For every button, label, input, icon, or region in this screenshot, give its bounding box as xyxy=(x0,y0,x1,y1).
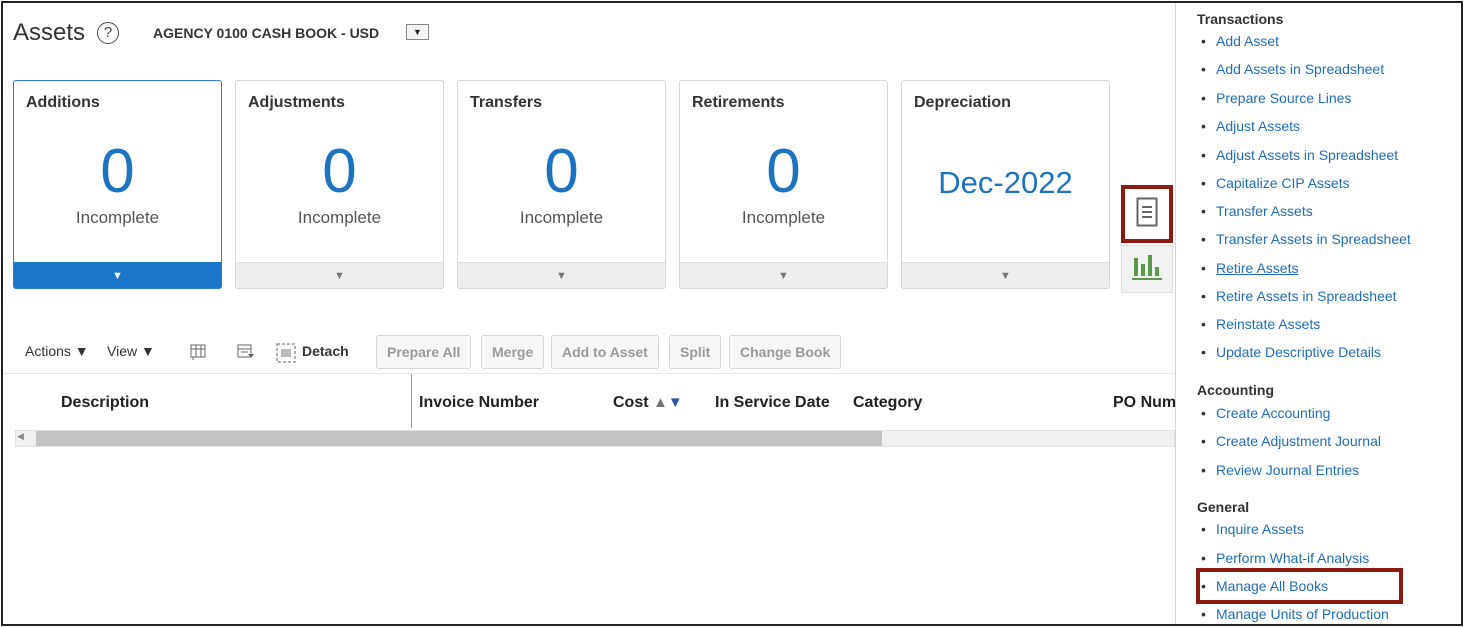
tile-transfers[interactable]: Transfers 0 Incomplete ▼ xyxy=(457,80,666,289)
tile-status: Incomplete xyxy=(297,208,382,227)
section-accounting: Accounting xyxy=(1197,382,1274,398)
link-inquire-assets[interactable]: Inquire Assets xyxy=(1201,521,1304,537)
link-manage-units-of-production[interactable]: Manage Units of Production xyxy=(1201,606,1389,622)
scroll-left-icon[interactable]: ◀ xyxy=(17,431,24,442)
chevron-down-icon[interactable]: ▼ xyxy=(680,262,887,288)
link-review-journal-entries[interactable]: Review Journal Entries xyxy=(1201,462,1359,478)
link-add-asset[interactable]: Add Asset xyxy=(1201,33,1279,49)
tile-count: 0 xyxy=(322,137,357,206)
chevron-down-icon[interactable]: ▼ xyxy=(14,262,221,288)
link-adjust-assets-spreadsheet[interactable]: Adjust Assets in Spreadsheet xyxy=(1201,147,1398,163)
tile-title: Additions xyxy=(26,94,100,111)
tile-title: Depreciation xyxy=(914,94,1011,111)
view-menu[interactable]: View ▼ xyxy=(107,343,155,359)
tile-status: Incomplete xyxy=(75,208,160,227)
link-add-assets-spreadsheet[interactable]: Add Assets in Spreadsheet xyxy=(1201,61,1384,77)
tile-title: Adjustments xyxy=(248,94,345,111)
tile-depreciation[interactable]: Depreciation Dec-2022 ▼ xyxy=(901,80,1110,289)
tasks-panel: Transactions Add Asset Add Assets in Spr… xyxy=(1175,3,1461,624)
highlight-box xyxy=(1196,568,1403,604)
tile-count: 0 xyxy=(766,137,801,206)
tile-adjustments[interactable]: Adjustments 0 Incomplete ▼ xyxy=(235,80,444,289)
column-in-service-date[interactable]: In Service Date xyxy=(715,394,830,412)
chevron-down-icon[interactable]: ▼ xyxy=(902,262,1109,288)
tile-count: 0 xyxy=(544,137,579,206)
detach-icon[interactable] xyxy=(276,343,296,368)
wrap-icon[interactable] xyxy=(237,343,255,366)
tile-title: Retirements xyxy=(692,94,785,111)
change-book-button[interactable]: Change Book xyxy=(729,335,842,369)
list-view-icon[interactable] xyxy=(1121,185,1173,243)
tile-status: Incomplete xyxy=(519,208,604,227)
table-divider xyxy=(3,373,1175,374)
tile-retirements[interactable]: Retirements 0 Incomplete ▼ xyxy=(679,80,888,289)
sort-icon[interactable]: ▲▼ xyxy=(653,394,683,411)
column-cost[interactable]: Cost xyxy=(613,394,649,412)
bar-chart-glyph xyxy=(1132,255,1162,280)
link-transfer-assets-spreadsheet[interactable]: Transfer Assets in Spreadsheet xyxy=(1201,231,1411,247)
scrollbar-thumb[interactable] xyxy=(36,431,882,446)
tile-count: 0 xyxy=(100,137,135,206)
help-icon[interactable]: ? xyxy=(97,22,119,44)
tile-status: Incomplete xyxy=(741,208,826,227)
chevron-down-icon[interactable]: ▼ xyxy=(236,262,443,288)
prepare-all-button[interactable]: Prepare All xyxy=(376,335,472,369)
split-button[interactable]: Split xyxy=(669,335,722,369)
book-selector-label: AGENCY 0100 CASH BOOK - USD xyxy=(153,25,380,41)
chart-view-icon[interactable] xyxy=(1121,245,1173,293)
column-po-number[interactable]: PO Num xyxy=(1113,394,1176,412)
add-to-asset-button[interactable]: Add to Asset xyxy=(551,335,659,369)
freeze-columns-icon[interactable] xyxy=(189,343,207,366)
link-capitalize-cip-assets[interactable]: Capitalize CIP Assets xyxy=(1201,175,1350,191)
chevron-down-icon[interactable]: ▼ xyxy=(458,262,665,288)
link-create-adjustment-journal[interactable]: Create Adjustment Journal xyxy=(1201,433,1381,449)
link-update-descriptive-details[interactable]: Update Descriptive Details xyxy=(1201,344,1381,360)
detach-button[interactable]: Detach xyxy=(302,343,349,359)
actions-menu[interactable]: Actions ▼ xyxy=(25,343,89,359)
link-create-accounting[interactable]: Create Accounting xyxy=(1201,405,1330,421)
link-prepare-source-lines[interactable]: Prepare Source Lines xyxy=(1201,90,1351,106)
merge-button[interactable]: Merge xyxy=(481,335,545,369)
list-view-glyph xyxy=(1136,197,1158,227)
page-title: Assets xyxy=(13,19,86,46)
link-reinstate-assets[interactable]: Reinstate Assets xyxy=(1201,316,1320,332)
link-what-if-analysis[interactable]: Perform What-if Analysis xyxy=(1201,550,1369,566)
column-resize-handle[interactable] xyxy=(411,374,412,428)
link-retire-assets[interactable]: Retire Assets xyxy=(1201,260,1299,276)
tile-period: Dec-2022 xyxy=(938,165,1073,200)
section-general: General xyxy=(1197,499,1250,515)
column-description[interactable]: Description xyxy=(61,394,149,412)
link-retire-assets-spreadsheet[interactable]: Retire Assets in Spreadsheet xyxy=(1201,288,1397,304)
link-adjust-assets[interactable]: Adjust Assets xyxy=(1201,118,1300,134)
book-dropdown-button[interactable]: ▼ xyxy=(406,24,429,40)
column-invoice-number[interactable]: Invoice Number xyxy=(419,394,539,412)
section-transactions: Transactions xyxy=(1197,11,1284,27)
column-category[interactable]: Category xyxy=(853,394,922,412)
tile-additions[interactable]: Additions 0 Incomplete ▼ xyxy=(13,80,222,289)
link-transfer-assets[interactable]: Transfer Assets xyxy=(1201,203,1313,219)
tile-title: Transfers xyxy=(470,94,543,111)
